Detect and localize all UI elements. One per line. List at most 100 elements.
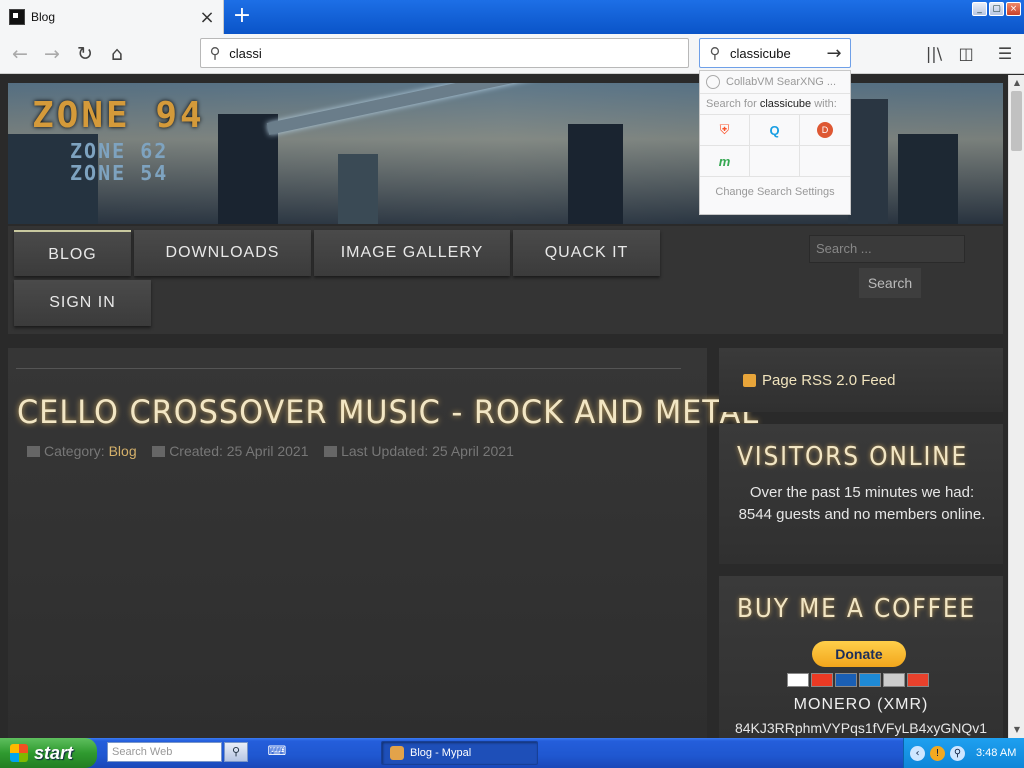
suggestion-item[interactable]: CollabVM SearXNG ... [700,71,850,93]
scroll-thumb[interactable] [1011,91,1022,151]
banner-building [848,99,888,224]
rss-icon [743,373,756,387]
page-scrollbar[interactable]: ▲ ▼ [1008,75,1024,738]
visitors-title: VISITORS ONLINE [737,442,969,472]
window-controls: _ ▢ × [972,2,1021,16]
search-suggestions-popup: CollabVM SearXNG ... Search for classicu… [699,70,851,215]
url-bar[interactable]: ⚲ [200,38,689,68]
nav-toolbar: ← → ↻ ⌂ ⚲ ⚲ → ||\ ◫ ☰ [0,34,1024,74]
search-icon: ⚲ [709,44,721,62]
reload-icon[interactable]: ↻ [71,40,99,68]
search-go-arrow-icon[interactable]: → [820,43,848,64]
folder-icon [27,446,40,457]
rss-link[interactable]: Page RSS 2.0 Feed [762,372,895,389]
tray-arrow-icon[interactable]: ‹ [910,745,925,761]
taskbar-search-input[interactable]: Search Web [107,742,222,762]
banner-building [568,124,623,224]
forward-icon[interactable]: → [38,40,66,68]
banner-building [338,154,378,224]
article-divider [16,368,681,369]
windows-logo-icon [10,744,28,762]
globe-icon [706,75,720,89]
post-meta: Category: Blog Created: 25 April 2021 La… [27,443,514,459]
calendar-icon [324,446,338,457]
engine-brave[interactable]: ⛨ [700,115,750,146]
clock: 3:48 AM [976,747,1017,759]
calendar-icon [152,446,166,457]
search-bar[interactable]: ⚲ → [699,38,851,68]
tab-close-icon[interactable]: × [195,7,219,28]
menu-item-image-gallery[interactable]: IMAGE GALLERY [314,230,510,276]
post-title[interactable]: CELLO CROSSOVER MUSIC - ROCK AND METAL [17,393,759,431]
monero-address[interactable]: 84KJ3RRphmVYPqs1fVFyLB4xyGNQv1 [719,720,1003,736]
duckduckgo-icon: D [817,122,833,138]
tab-blog[interactable]: Blog × [0,0,224,34]
maximize-button[interactable]: ▢ [989,2,1004,16]
menu-item-quack-it[interactable]: QUACK IT [513,230,660,276]
menu-item-downloads[interactable]: DOWNLOADS [134,230,311,276]
search-input[interactable] [730,45,820,61]
home-icon[interactable]: ⌂ [103,40,131,68]
menu-hamburger-icon[interactable]: ☰ [993,42,1017,66]
banner-building [898,134,958,224]
site-search-button[interactable]: Search [859,268,921,298]
payment-cards [787,673,929,687]
minimize-button[interactable]: _ [972,2,987,16]
qwant-icon: Q [769,122,780,138]
coffee-title: BUY ME A COFFEE [737,594,977,624]
site-favicon-icon [9,9,25,25]
scroll-down-icon[interactable]: ▼ [1009,722,1024,738]
site-logo[interactable]: ZONE 94 [32,95,205,136]
main-menu: BLOG DOWNLOADS IMAGE GALLERY QUACK IT SI… [8,226,1003,334]
coffee-module: BUY ME A COFFEE Donate MONERO (XMR) 84KJ… [719,576,1003,738]
logo-sub-1: ZONE 62 [70,139,169,163]
sidebar-toggle-icon[interactable]: ◫ [954,42,978,66]
engine-mojeek[interactable]: m [700,146,750,177]
amex-icon [859,673,881,687]
mypal-icon [390,746,404,760]
new-tab-button[interactable]: + [230,3,254,29]
engine-empty [800,146,850,177]
menu-item-blog[interactable]: BLOG [14,230,131,276]
bank-card-icon [907,673,929,687]
engine-duckduckgo[interactable]: D [800,115,850,146]
tray-alert-icon[interactable]: ! [930,745,945,761]
taskbar: start Search Web ⚲ ⌨ Blog - Mypal ‹ ! ⚲ … [0,738,1024,768]
taskbar-search-icon[interactable]: ⚲ [224,742,248,762]
category-link[interactable]: Blog [109,443,137,459]
visitors-text: Over the past 15 minutes we had: 8544 gu… [738,484,986,523]
search-with-header: Search for classicube with: [700,93,850,114]
back-icon[interactable]: ← [6,40,34,68]
donate-button[interactable]: Donate [812,641,906,667]
change-search-settings-link[interactable]: Change Search Settings [700,177,850,198]
visitors-module: VISITORS ONLINE Over the past 15 minutes… [719,424,1003,564]
logo-sub-2: ZONE 54 [70,161,169,185]
scroll-up-icon[interactable]: ▲ [1009,75,1024,91]
created-date: Created: 25 April 2021 [169,443,309,459]
site-search-input[interactable]: Search ... [809,235,965,263]
brave-icon: ⛨ [719,122,730,137]
close-window-button[interactable]: × [1006,2,1021,16]
maestro-icon [835,673,857,687]
engine-empty [750,146,800,177]
site-banner: ZONE 94 ZONE 62 ZONE 54 [8,83,1003,224]
library-icon[interactable]: ||\ [922,42,946,66]
tab-title: Blog [31,10,56,24]
url-input[interactable] [229,45,688,61]
monero-title: MONERO (XMR) [793,696,929,713]
menu-item-sign-in[interactable]: SIGN IN [14,280,151,326]
mojeek-icon: m [718,153,731,169]
visa-icon [787,673,809,687]
discover-icon [883,673,905,687]
tab-bar: Blog × + _ ▢ × [0,0,1024,34]
start-button[interactable]: start [0,738,97,768]
keyboard-icon[interactable]: ⌨ [266,744,288,762]
search-engine-grid: ⛨ Q D m [700,114,850,177]
taskbar-item-mypal[interactable]: Blog - Mypal [381,741,538,765]
engine-qwant[interactable]: Q [750,115,800,146]
system-tray: ‹ ! ⚲ 3:48 AM [903,738,1024,768]
mastercard-icon [811,673,833,687]
tray-search-icon[interactable]: ⚲ [950,745,965,761]
rss-module: Page RSS 2.0 Feed [719,348,1003,412]
updated-date: Last Updated: 25 April 2021 [341,443,514,459]
